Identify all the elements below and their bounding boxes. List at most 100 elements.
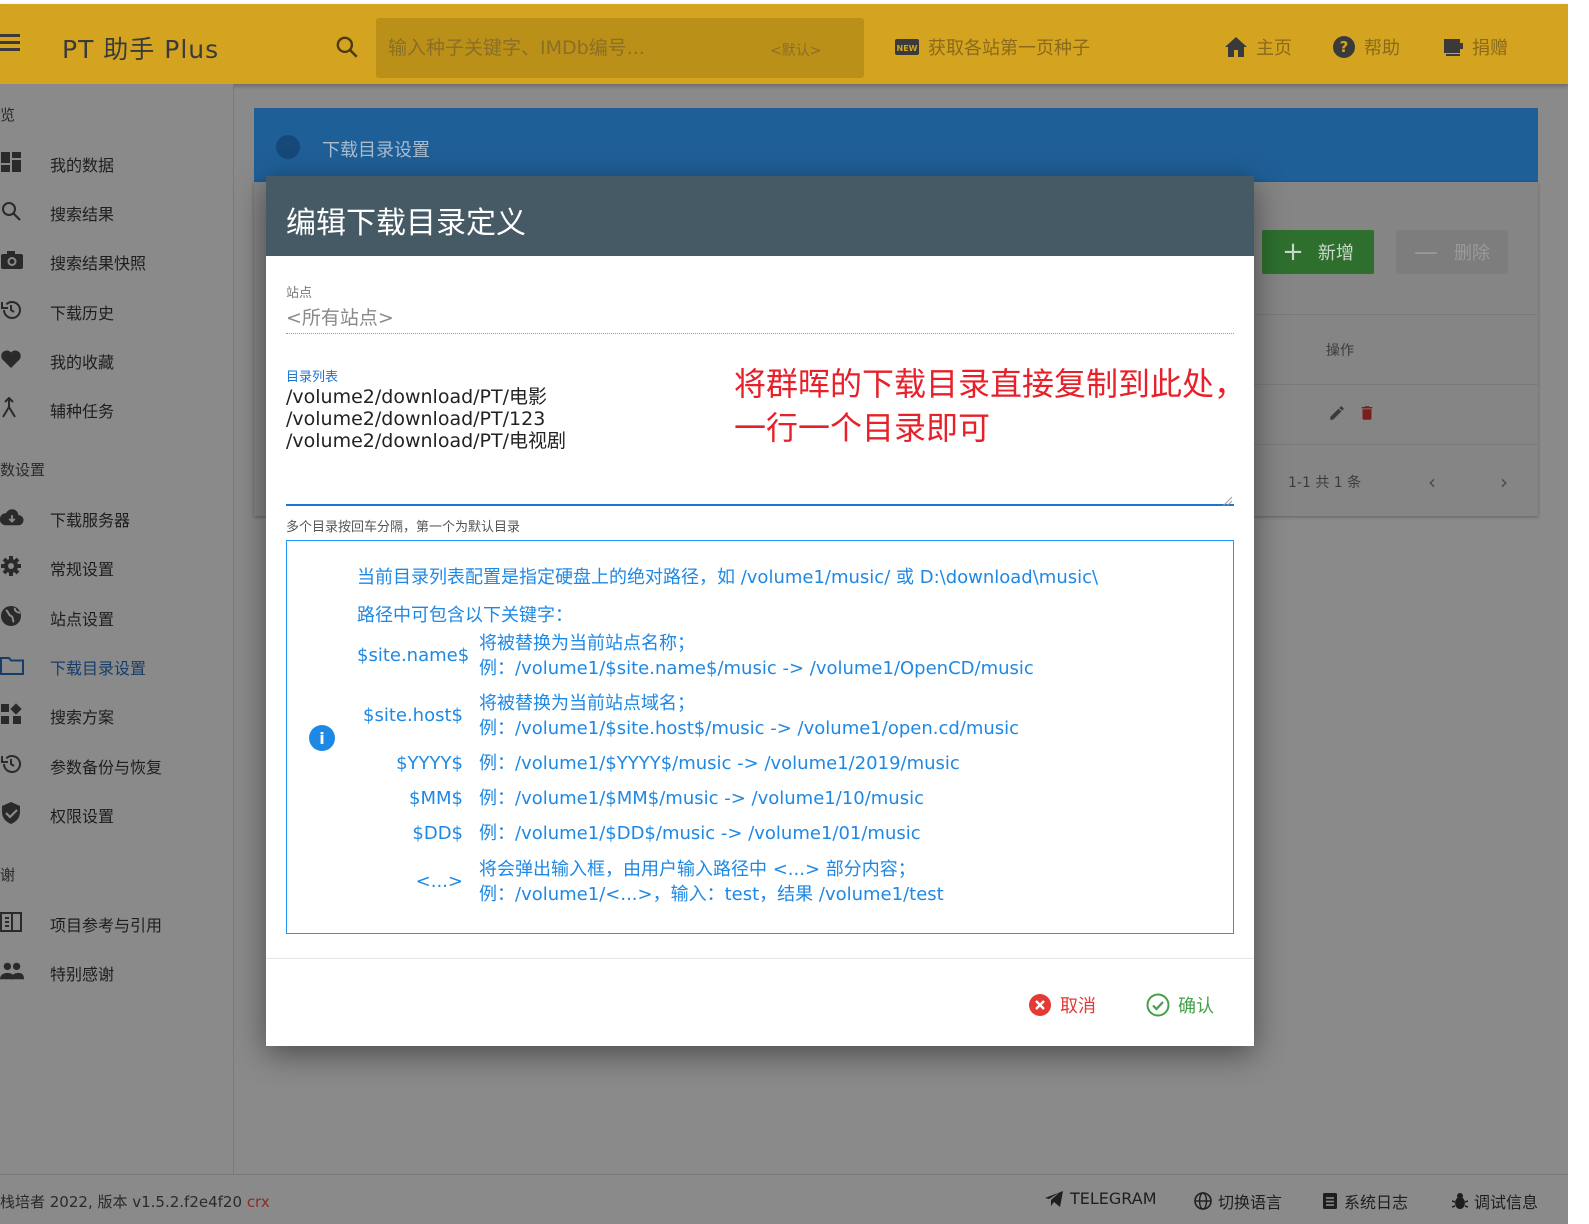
sidebar-item-favorites[interactable]: 我的收藏: [0, 339, 234, 379]
gear-icon: [0, 554, 24, 578]
info-keywords-title: 路径中可包含以下关键字：: [357, 605, 573, 626]
sidebar-item-download-dirs[interactable]: 下载目录设置: [0, 645, 234, 685]
table-divider: [1254, 314, 1538, 315]
next-page-icon[interactable]: ›: [1500, 470, 1508, 494]
version-text: 栈培者 2022, 版本 v1.5.2.f2e4f20 crx: [0, 1193, 270, 1211]
edit-download-dir-dialog: 编辑下载目录定义 站点 <所有站点> 目录列表 /volume2/downloa…: [266, 176, 1254, 1046]
cancel-button[interactable]: 取消: [1028, 990, 1096, 1020]
search-icon: [0, 199, 24, 223]
svg-text:NEW: NEW: [897, 44, 918, 53]
textarea-resize-handle[interactable]: [1221, 492, 1233, 507]
dir-list-label: 目录列表: [286, 370, 339, 385]
sidebar-item-reseed-tasks[interactable]: 辅种任务: [0, 388, 234, 428]
switch-language-button[interactable]: 切换语言: [1194, 1189, 1282, 1213]
keyword-desc: 将会弹出输入框，由用户输入路径中 <...> 部分内容； 例：/volume1/…: [479, 859, 944, 905]
search-input[interactable]: [388, 32, 758, 64]
keyword-name: $site.name$: [357, 645, 470, 666]
sidebar-item-special-thanks[interactable]: 特别感谢: [0, 951, 234, 991]
window-edge: [1568, 0, 1589, 1224]
dir-line: /volume2/download/PT/123: [286, 408, 546, 430]
donate-icon: [1442, 36, 1464, 58]
sidebar-item-backup-restore[interactable]: 参数备份与恢复: [0, 744, 234, 784]
sidebar-item-general-settings[interactable]: 常规设置: [0, 546, 234, 586]
sidebar-section-overview: 览: [0, 106, 16, 124]
sidebar-item-references[interactable]: 项目参考与引用: [0, 902, 234, 942]
keyword-desc: 例：/volume1/$DD$/music -> /volume1/01/mus…: [479, 823, 921, 844]
language-icon: [1194, 1192, 1212, 1210]
page-title: 下载目录设置: [322, 140, 430, 161]
debug-info-button[interactable]: 调试信息: [1452, 1189, 1538, 1213]
dir-list-underline: [286, 504, 1234, 506]
search-icon[interactable]: [334, 34, 360, 60]
keyword-name: $site.host$: [363, 705, 463, 726]
telegram-icon: [1044, 1190, 1064, 1208]
site-field-label: 站点: [286, 286, 313, 301]
red-annotation: 将群晖的下载目录直接复制到此处， 一行一个目录即可: [734, 365, 1247, 447]
home-icon: [1224, 36, 1248, 58]
search-scope-selector[interactable]: <默认>: [770, 40, 821, 60]
dialog-divider: [266, 958, 1254, 959]
sidebar-item-download-servers[interactable]: 下载服务器: [0, 497, 234, 537]
dir-list-hint: 多个目录按回车分隔，第一个为默认目录: [286, 520, 521, 535]
dir-list-textarea[interactable]: /volume2/download/PT/电影 /volume2/downloa…: [286, 386, 566, 452]
sidebar-item-download-history[interactable]: 下载历史: [0, 290, 234, 330]
top-app-bar: PT 助手 Plus <默认> NEW 获取各站第一页种子 主页 ? 帮助: [0, 4, 1568, 84]
search-field: <默认>: [376, 18, 864, 78]
plus-icon: +: [1282, 237, 1304, 267]
cloud-download-icon: [0, 505, 24, 529]
sidebar-item-search-plans[interactable]: 搜索方案: [0, 694, 234, 734]
log-icon: [1322, 1192, 1338, 1210]
sidebar-item-search-results[interactable]: 搜索结果: [0, 191, 234, 231]
trash-icon[interactable]: [1358, 404, 1376, 426]
globe-icon: [0, 604, 24, 628]
footer: 栈培者 2022, 版本 v1.5.2.f2e4f20 crx TELEGRAM…: [0, 1174, 1568, 1224]
add-button[interactable]: + 新增: [1262, 230, 1374, 274]
keyword-desc: 将被替换为当前站点名称； 例：/volume1/$site.name$/musi…: [479, 633, 1034, 679]
shield-icon: [0, 801, 24, 825]
confirm-button[interactable]: 确认: [1146, 990, 1214, 1020]
column-header-action: 操作: [1326, 343, 1354, 359]
keyword-info-box: i 当前目录列表配置是指定硬盘上的绝对路径，如 /volume1/music/ …: [286, 540, 1234, 934]
sidebar-item-site-settings[interactable]: 站点设置: [0, 596, 234, 636]
dir-line: /volume2/download/PT/电视剧: [286, 430, 567, 452]
keyword-name: $DD$: [412, 823, 463, 844]
keyword-desc: 例：/volume1/$MM$/music -> /volume1/10/mus…: [479, 788, 924, 809]
sidebar-item-search-snapshot[interactable]: 搜索结果快照: [0, 240, 234, 280]
info-icon: i: [309, 725, 335, 751]
fetch-first-page-button[interactable]: NEW 获取各站第一页种子: [894, 34, 1090, 60]
keyword-name: $MM$: [409, 788, 463, 809]
pagination-info: 1-1 共 1 条: [1288, 475, 1362, 491]
folder-icon: [0, 653, 24, 677]
info-intro: 当前目录列表配置是指定硬盘上的绝对路径，如 /volume1/music/ 或 …: [357, 567, 1099, 588]
delete-button[interactable]: — 删除: [1396, 230, 1508, 274]
widgets-icon: [0, 702, 24, 726]
app-title: PT 助手 Plus: [62, 35, 220, 64]
telegram-link[interactable]: TELEGRAM: [1044, 1189, 1157, 1208]
system-log-button[interactable]: 系统日志: [1322, 1189, 1408, 1213]
site-field-underline: [286, 333, 1234, 334]
site-select[interactable]: <所有站点>: [286, 303, 394, 330]
sidebar-item-my-data[interactable]: 我的数据: [0, 142, 234, 182]
help-button[interactable]: ? 帮助: [1332, 34, 1400, 60]
menu-icon[interactable]: [0, 34, 20, 52]
info-icon: [276, 135, 300, 159]
people-icon: [0, 959, 24, 983]
table-divider: [1254, 444, 1538, 445]
keyword-name: $YYYY$: [396, 753, 463, 774]
donate-button[interactable]: 捐赠: [1442, 34, 1508, 60]
edit-icon[interactable]: [1328, 404, 1346, 426]
merge-icon: [0, 396, 24, 420]
camera-icon: [0, 248, 24, 272]
sidebar-item-permissions[interactable]: 权限设置: [0, 793, 234, 833]
heart-icon: [0, 347, 24, 371]
bug-icon: [1452, 1192, 1468, 1210]
prev-page-icon[interactable]: ‹: [1428, 470, 1436, 494]
home-button[interactable]: 主页: [1224, 34, 1292, 60]
dir-line: /volume2/download/PT/电影: [286, 386, 548, 408]
table-divider: [1254, 384, 1538, 385]
dialog-header: 编辑下载目录定义: [266, 176, 1254, 256]
close-circle-icon: [1028, 993, 1052, 1017]
keyword-name: <...>: [415, 871, 463, 892]
check-circle-icon: [1146, 993, 1170, 1017]
sidebar-section-settings: 数设置: [0, 461, 46, 479]
